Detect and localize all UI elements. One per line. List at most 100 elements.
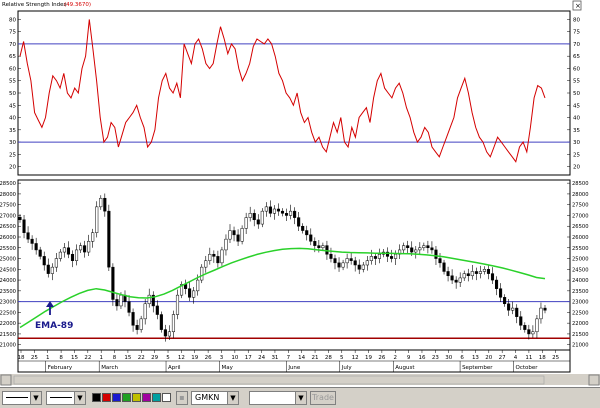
price-tick-label: 21500 [0, 332, 16, 338]
color-swatch-black[interactable] [92, 393, 101, 402]
color-swatch-teal[interactable] [152, 393, 161, 402]
month-label: March [101, 365, 118, 371]
price-tick-label: 22500 [572, 310, 589, 316]
symbol-select[interactable]: GMKN ▼ [191, 391, 239, 405]
price-tick-label: 21000 [0, 343, 16, 349]
price-tick-label: 25000 [0, 257, 16, 263]
scroll-left-button[interactable] [0, 374, 12, 386]
close-icon[interactable]: × [575, 2, 581, 10]
rsi-tick-label: 50 [9, 91, 16, 97]
month-label: October [516, 365, 539, 371]
candle [111, 263, 115, 306]
day-label: 14 [298, 355, 305, 361]
rsi-tick-label: 60 [573, 66, 580, 72]
rsi-tick-label: 70 [573, 42, 580, 48]
day-label: 25 [552, 355, 559, 361]
dropdown-arrow-icon[interactable]: ▼ [295, 392, 306, 404]
month-label: September [462, 365, 493, 371]
rsi-tick-label: 40 [9, 116, 16, 122]
price-tick-label: 26000 [572, 235, 589, 241]
price-tick-label: 22500 [0, 310, 16, 316]
time-axis: 18 25 1 8 15 22 1 8 15 22 29 5 12 19 26 3 10 17 24 31 7 14 21 2… [17, 349, 571, 373]
price-tick-label: 28500 [572, 181, 589, 187]
day-label: 26 [205, 355, 212, 361]
day-label: 12 [352, 355, 359, 361]
candle [95, 201, 99, 238]
rsi-tick-label: 80 [9, 17, 16, 23]
price-tick-label: 25000 [572, 257, 589, 263]
line-style-select[interactable]: ▼ [2, 391, 42, 405]
color-swatch-blue[interactable] [112, 393, 121, 402]
rsi-tick-label: 80 [573, 17, 580, 23]
price-tick-label: 24500 [0, 267, 16, 273]
dropdown-arrow-icon[interactable]: ▼ [30, 392, 41, 404]
price-tick-label: 27500 [572, 203, 589, 209]
scroll-right-button[interactable] [588, 374, 600, 386]
candle [260, 208, 264, 228]
candle [240, 225, 244, 245]
price-tick-label: 26500 [572, 224, 589, 230]
scroll-thumb[interactable] [13, 375, 545, 385]
horizontal-scrollbar[interactable] [0, 374, 600, 386]
tool-button[interactable]: ▪ [176, 391, 188, 405]
color-swatch-red[interactable] [102, 393, 111, 402]
rsi-tick-label: 45 [573, 103, 580, 109]
price-tick-label: 22000 [0, 321, 16, 327]
price-tick-label: 22000 [572, 321, 589, 327]
price-panel: 28500 28000 27500 27000 26500 26000 25500 25000… [0, 179, 589, 351]
rsi-tick-label: 50 [573, 91, 580, 97]
day-label: 21 [312, 355, 319, 361]
day-label: 10 [231, 355, 238, 361]
rsi-tick-label: 20 [573, 165, 580, 171]
rsi-tick-label: 65 [9, 54, 16, 60]
day-label: 22 [138, 355, 145, 361]
trade-button[interactable]: Trade [310, 391, 336, 405]
day-label: 2 [393, 355, 397, 361]
dropdown-arrow-icon[interactable]: ▼ [227, 392, 238, 404]
line-width-select[interactable]: ▼ [46, 391, 86, 405]
rsi-tick-label: 55 [9, 79, 16, 85]
price-tick-label: 27000 [0, 213, 16, 219]
day-label: 15 [71, 355, 78, 361]
day-label: 22 [84, 355, 91, 361]
price-tick-label: 28000 [572, 192, 589, 198]
rsi-tick-label: 55 [573, 79, 580, 85]
color-swatch-yellow[interactable] [132, 393, 141, 402]
candle [200, 264, 204, 284]
day-label: 7 [287, 355, 291, 361]
rsi-tick-label: 70 [9, 42, 16, 48]
day-label: 8 [113, 355, 117, 361]
day-label: 6 [460, 355, 464, 361]
price-tick-label: 21000 [572, 343, 589, 349]
day-label: 28 [325, 355, 332, 361]
price-tick-label: 28500 [0, 181, 16, 187]
rsi-tick-label: 40 [573, 116, 580, 122]
candle [220, 246, 224, 266]
day-label: 26 [378, 355, 385, 361]
candle [159, 311, 163, 333]
chart-window: Relative Strength Index (49.3670) 80 75 70… [0, 0, 600, 408]
rsi-tick-label: 25 [9, 152, 16, 158]
color-swatch-purple[interactable] [142, 393, 151, 402]
price-tick-label: 23000 [0, 300, 16, 306]
price-tick-label: 23500 [572, 289, 589, 295]
color-swatch-green[interactable] [122, 393, 131, 402]
timeframe-select[interactable]: ▼ [249, 391, 307, 405]
day-label: 19 [365, 355, 372, 361]
price-tick-label: 27000 [572, 213, 589, 219]
rsi-tick-label: 25 [573, 152, 580, 158]
rsi-tick-label: 30 [9, 140, 16, 146]
price-tick-label: 24000 [0, 278, 16, 284]
day-label: 30 [445, 355, 452, 361]
day-label: 18 [18, 355, 25, 361]
rsi-value: (49.3670) [64, 2, 91, 8]
month-label: May [221, 365, 233, 371]
ema-89-label: EMA-89 [35, 321, 73, 331]
price-tick-label: 23500 [0, 289, 16, 295]
day-label: 20 [485, 355, 492, 361]
day-label: 3 [220, 355, 224, 361]
color-swatch-white[interactable] [162, 393, 171, 402]
day-label: 18 [539, 355, 546, 361]
dropdown-arrow-icon[interactable]: ▼ [74, 392, 85, 404]
month-label: February [48, 365, 73, 371]
